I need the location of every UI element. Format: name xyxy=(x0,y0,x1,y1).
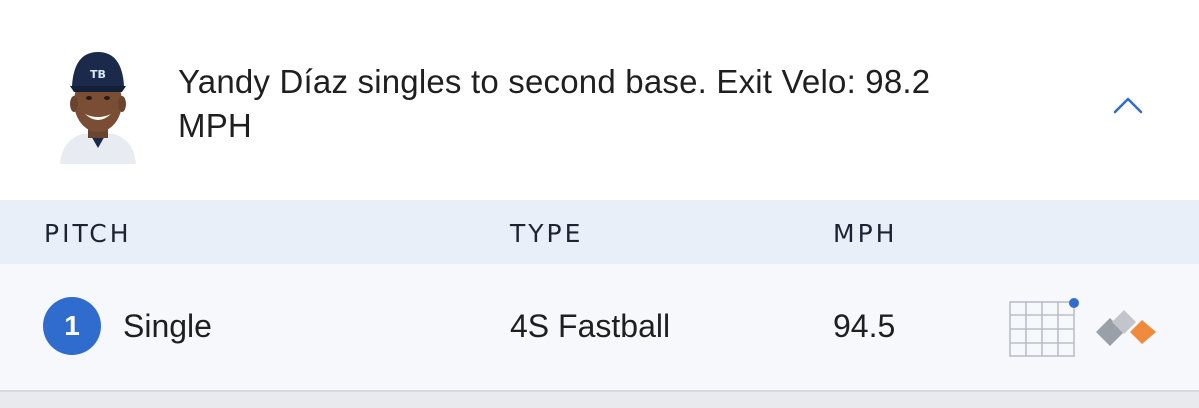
play-description: Yandy Díaz singles to second base. Exit … xyxy=(178,60,1058,148)
play-summary: TB Yandy Díaz singles to second base. Ex… xyxy=(0,0,1199,200)
header-type: TYPE xyxy=(510,219,584,248)
pitch-table-header: PITCH TYPE MPH xyxy=(0,200,1199,264)
play-description-line2: MPH xyxy=(178,107,252,144)
strike-zone-icon[interactable] xyxy=(1006,296,1082,360)
chevron-up-icon xyxy=(1113,97,1143,114)
divider xyxy=(0,390,1199,408)
play-description-line1: Yandy Díaz singles to second base. Exit … xyxy=(178,63,931,100)
pitch-number-badge: 1 xyxy=(43,297,101,355)
player-avatar: TB xyxy=(52,44,144,164)
pitch-trajectory-icon[interactable] xyxy=(1094,308,1158,348)
header-pitch: PITCH xyxy=(44,219,132,248)
pitch-speed: 94.5 xyxy=(833,308,896,344)
collapse-toggle-button[interactable] xyxy=(1108,90,1148,120)
header-mph: MPH xyxy=(833,219,898,248)
pitch-result: Single xyxy=(123,308,212,344)
svg-text:TB: TB xyxy=(90,68,106,81)
pitch-type: 4S Fastball xyxy=(510,308,671,344)
